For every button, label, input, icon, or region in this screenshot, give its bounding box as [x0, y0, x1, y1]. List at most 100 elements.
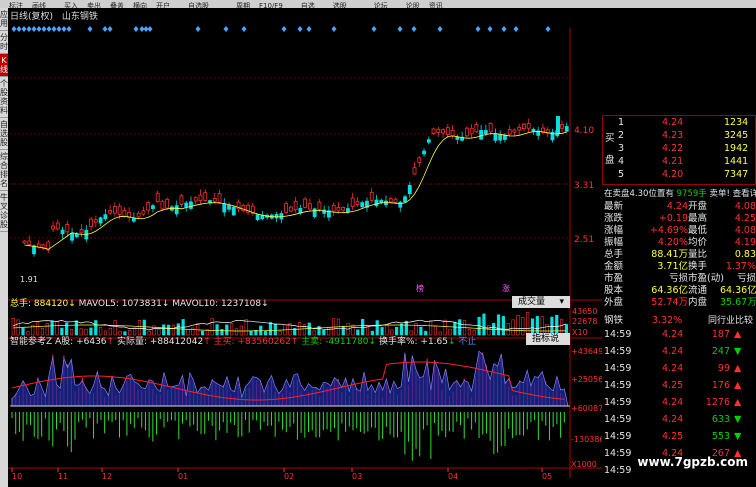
quote-value: 88.41万	[651, 249, 688, 260]
industry-compare-button[interactable]: 同行业比较	[708, 315, 753, 327]
candle-body	[222, 203, 227, 213]
quote-label: 开盘	[688, 201, 708, 212]
inside-info-right2[interactable]: 查看详细	[733, 189, 756, 199]
tick-price: 4.24	[662, 414, 684, 425]
signal-diamond	[56, 26, 62, 32]
candle-body	[117, 205, 122, 215]
left-tab[interactable]: 综合排名	[0, 150, 8, 191]
candle-body	[122, 209, 127, 217]
volume-bar	[142, 319, 146, 336]
candle-body	[55, 222, 60, 230]
tick-volume: 176	[711, 380, 730, 391]
quote-label: 最低	[688, 225, 708, 236]
vol-axis-2: 22678	[572, 317, 597, 326]
candle-body	[560, 124, 564, 129]
left-tab[interactable]: 自选股	[0, 118, 8, 150]
quote-label: 振幅	[604, 237, 624, 248]
tick-time: 14:59	[604, 329, 632, 340]
left-tab[interactable]: 应用	[0, 8, 8, 31]
left-tab[interactable]: 个股资料	[0, 77, 8, 118]
tick-volume: 633	[711, 414, 730, 425]
indicator-real-volume: 实际量: +88412042	[116, 337, 204, 347]
left-tab[interactable]: 牛叉诊股	[0, 191, 8, 232]
tick-time: 14:59	[604, 431, 632, 442]
volume-ma5: MAVOL5: 1073831	[78, 299, 162, 309]
x-axis-label: 04	[448, 472, 458, 481]
candle-body	[346, 208, 350, 213]
volume-dropdown[interactable]: 成交量 ▾	[512, 296, 570, 308]
vol-axis-3: X10	[572, 328, 588, 337]
indicator-turnover: 换手率%: +1.65	[378, 337, 448, 347]
signal-diamond	[36, 26, 42, 32]
signal-diamond	[133, 26, 139, 32]
signal-diamond	[195, 26, 201, 32]
signal-diamond	[411, 26, 417, 32]
quote-value: 4.24	[666, 201, 688, 212]
candle-body	[393, 198, 398, 203]
candle-body	[79, 229, 84, 234]
price-label-bottom: 2.51	[574, 235, 594, 245]
volume-bars	[11, 312, 569, 336]
candle-body	[522, 123, 526, 129]
quote-label: 均价	[688, 237, 708, 248]
order-level: 2	[618, 130, 625, 141]
ind-axis-1: +436499	[571, 347, 602, 356]
arrow-up-icon: ▲	[734, 363, 742, 374]
candle-body	[455, 136, 460, 140]
candle-body	[426, 139, 431, 143]
candle-body	[350, 197, 355, 208]
ma-line	[24, 130, 567, 250]
candle-body	[74, 233, 79, 238]
candle-body	[436, 128, 441, 133]
signal-diamond	[41, 26, 47, 32]
candle-body	[355, 200, 360, 205]
candle-body	[103, 214, 108, 220]
indicator-main-buy: 主买: +83560262	[213, 337, 291, 347]
candle-body	[564, 126, 569, 132]
left-tab[interactable]: 分时	[0, 31, 8, 54]
order-book-buy-label: 买	[605, 133, 615, 144]
candle-body	[303, 198, 308, 208]
x-axis-label: 12	[102, 472, 112, 481]
quote-value: 35.67万	[720, 297, 756, 308]
volume-bar	[526, 312, 530, 336]
candle-body	[184, 202, 189, 208]
volume-bar	[94, 320, 98, 336]
quote-value: 64.36亿	[720, 285, 756, 296]
candle-body	[403, 196, 407, 203]
quote-label: 市盈(动)	[688, 273, 724, 284]
candle-body	[556, 116, 560, 134]
volume-bar	[74, 320, 78, 336]
candle-body	[464, 127, 469, 137]
candle-body	[155, 192, 160, 202]
signal-diamond	[66, 26, 72, 32]
candle-body	[526, 123, 531, 129]
signal-diamond	[475, 26, 481, 32]
candle-body	[417, 157, 422, 163]
indicator-help-button[interactable]: 指标说明	[526, 333, 570, 356]
industry-change: 3.32%	[652, 315, 683, 326]
tick-volume: 187	[711, 329, 730, 340]
candle-body	[407, 184, 412, 195]
chart-canvas[interactable]: 4.10 3.31 2.51 1.91 榜 涨 43650 22678 X10 …	[8, 8, 602, 487]
candle-body	[231, 206, 236, 216]
quote-label: 涨幅	[604, 225, 624, 236]
signal-diamond	[107, 26, 113, 32]
quote-value: 0.83	[734, 249, 756, 260]
quote-value: 3.71亿	[657, 261, 688, 272]
candle-body	[507, 129, 512, 135]
indicator-title: 智能参考Z A股: +6436	[10, 337, 107, 347]
low-price-marker: 1.91	[20, 275, 38, 284]
candle-body	[189, 201, 193, 209]
volume-ma10: MAVOL10: 1237108	[172, 299, 262, 309]
candle-body	[498, 134, 503, 141]
candle-body	[312, 208, 317, 217]
candle-body	[412, 167, 417, 175]
quote-value: 4.08	[734, 225, 756, 236]
indicator-header: 智能参考Z A股: +6436↑ 实际量: +88412042↑ 主买: +83…	[10, 337, 477, 347]
x-axis-label: 05	[542, 472, 552, 481]
candle-body	[274, 214, 279, 219]
quote-value: 64.36亿	[651, 285, 688, 296]
candle-body	[450, 130, 455, 137]
left-tab[interactable]: K线	[0, 54, 8, 77]
